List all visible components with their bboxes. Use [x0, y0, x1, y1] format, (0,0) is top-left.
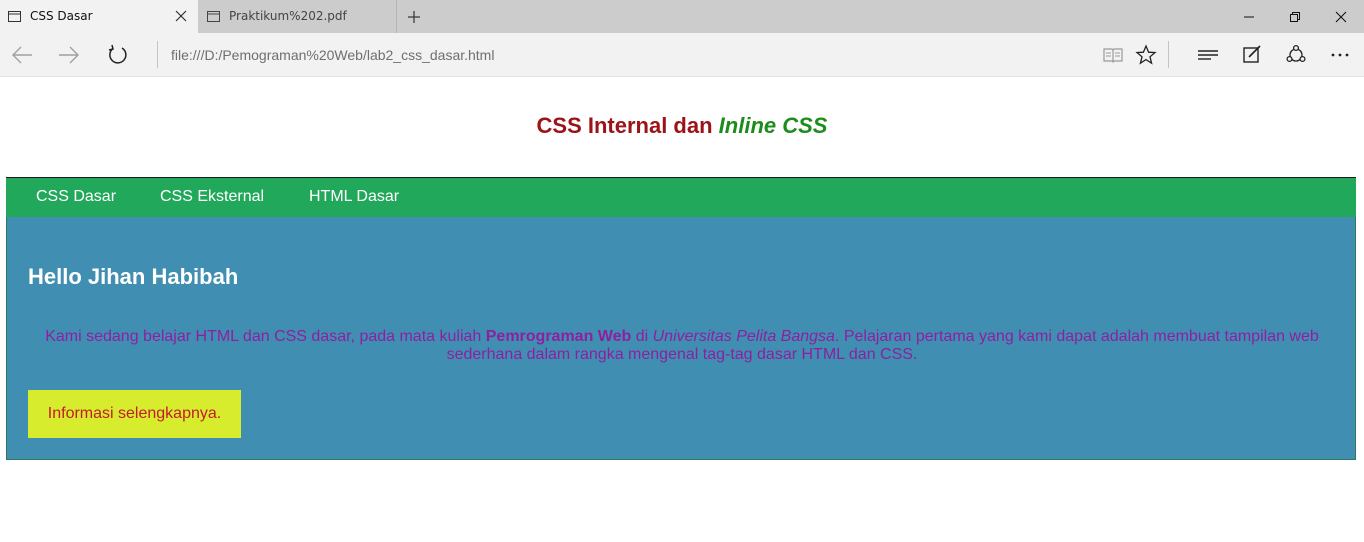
- restore-icon: [1290, 12, 1300, 22]
- address-field[interactable]: file:///D:/Pemograman%20Web/lab2_css_das…: [171, 47, 494, 63]
- forward-icon[interactable]: [57, 44, 81, 66]
- share-icon[interactable]: [1285, 44, 1307, 66]
- refresh-icon[interactable]: [106, 44, 130, 66]
- reading-view-icon[interactable]: [1102, 44, 1124, 66]
- intro-text-2: di: [631, 328, 653, 345]
- menu-item-html-dasar[interactable]: HTML Dasar: [309, 188, 399, 206]
- minimize-icon: [1244, 16, 1254, 18]
- plus-icon[interactable]: [406, 9, 422, 25]
- intro-course-name: Pemrograman Web: [485, 328, 632, 345]
- greeting-heading: Hello Jihan Habibah: [28, 264, 239, 289]
- star-icon[interactable]: [1135, 44, 1157, 66]
- intro-university-name: Universitas Pelita Bangsa: [652, 328, 835, 345]
- address-separator: [157, 41, 158, 68]
- toolbar-separator: [1168, 41, 1169, 68]
- back-icon[interactable]: [10, 44, 34, 66]
- tab-title: Praktikum%202.pdf: [229, 9, 347, 23]
- intro-paragraph: Kami sedang belajar HTML dan CSS dasar, …: [28, 328, 1336, 364]
- tab-praktikum-pdf[interactable]: Praktikum%202.pdf: [199, 0, 397, 33]
- close-icon: [1335, 11, 1347, 23]
- more-icon[interactable]: [1329, 44, 1351, 66]
- restore-button[interactable]: [1272, 0, 1318, 33]
- minimize-button[interactable]: [1226, 0, 1272, 33]
- menu-item-css-dasar[interactable]: CSS Dasar: [36, 188, 116, 206]
- intro-text-1: Kami sedang belajar HTML dan CSS dasar, …: [45, 328, 486, 345]
- note-icon[interactable]: [1241, 44, 1263, 66]
- page-title-main: CSS Internal dan: [536, 113, 719, 138]
- page-icon: [8, 11, 21, 22]
- tab-bar: CSS Dasar Praktikum%202.pdf: [0, 0, 1364, 33]
- page-title: CSS Internal dan Inline CSS: [0, 113, 1364, 139]
- tab-css-dasar[interactable]: CSS Dasar: [0, 0, 198, 33]
- hub-icon[interactable]: [1197, 44, 1219, 66]
- more-info-button[interactable]: Informasi selengkapnya.: [28, 390, 241, 438]
- close-window-button[interactable]: [1318, 0, 1364, 33]
- close-icon[interactable]: [175, 10, 187, 22]
- tab-title: CSS Dasar: [30, 9, 93, 23]
- content-section: Hello Jihan Habibah Kami sedang belajar …: [6, 217, 1356, 460]
- page-title-inline: Inline CSS: [718, 113, 828, 138]
- nav-menu: CSS Dasar CSS Eksternal HTML Dasar: [6, 177, 1356, 217]
- navigation-bar: file:///D:/Pemograman%20Web/lab2_css_das…: [0, 33, 1364, 77]
- page-icon: [207, 11, 220, 22]
- menu-item-css-eksternal[interactable]: CSS Eksternal: [160, 188, 264, 206]
